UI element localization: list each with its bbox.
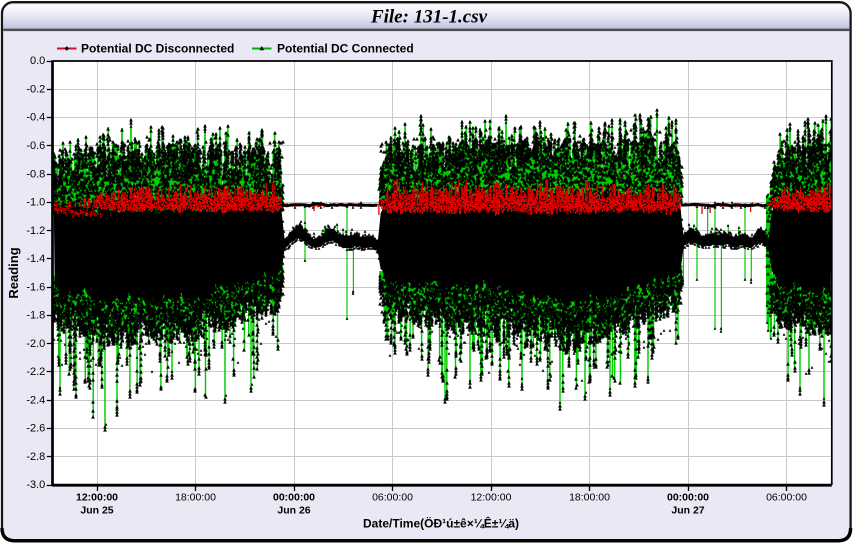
svg-text:Date/Time(ÖÐ¹ú±ê×¼Ê±¼ä): Date/Time(ÖÐ¹ú±ê×¼Ê±¼ä) bbox=[363, 516, 519, 531]
svg-text:-0.2: -0.2 bbox=[26, 84, 45, 96]
svg-text:Reading: Reading bbox=[6, 247, 21, 298]
svg-text:File: 131-1.csv: File: 131-1.csv bbox=[370, 7, 488, 28]
svg-text:06:00:00: 06:00:00 bbox=[372, 492, 413, 504]
svg-text:-1.2: -1.2 bbox=[26, 225, 45, 237]
svg-text:-1.0: -1.0 bbox=[26, 197, 45, 209]
svg-text:-1.8: -1.8 bbox=[26, 310, 45, 322]
svg-text:-0.4: -0.4 bbox=[26, 112, 45, 124]
svg-text:Jun 27: Jun 27 bbox=[671, 504, 704, 516]
svg-text:0.0: 0.0 bbox=[30, 55, 45, 67]
svg-text:-2.4: -2.4 bbox=[26, 394, 45, 406]
svg-text:-0.6: -0.6 bbox=[26, 140, 45, 152]
svg-text:-1.4: -1.4 bbox=[26, 253, 45, 265]
svg-text:00:00:00: 00:00:00 bbox=[273, 492, 315, 504]
svg-text:06:00:00: 06:00:00 bbox=[766, 492, 807, 504]
svg-text:Jun 25: Jun 25 bbox=[80, 504, 113, 516]
svg-text:Jun 26: Jun 26 bbox=[277, 504, 310, 516]
svg-text:Potential DC Disconnected: Potential DC Disconnected bbox=[81, 41, 234, 55]
svg-text:18:00:00: 18:00:00 bbox=[569, 492, 610, 504]
svg-text:-2.0: -2.0 bbox=[26, 338, 45, 350]
svg-text:-2.8: -2.8 bbox=[26, 451, 45, 463]
svg-text:12:00:00: 12:00:00 bbox=[471, 492, 512, 504]
svg-text:-3.0: -3.0 bbox=[26, 479, 45, 491]
svg-text:18:00:00: 18:00:00 bbox=[175, 492, 216, 504]
svg-text:-2.6: -2.6 bbox=[26, 423, 45, 435]
svg-text:-2.2: -2.2 bbox=[26, 366, 45, 378]
svg-text:-1.6: -1.6 bbox=[26, 281, 45, 293]
svg-text:12:00:00: 12:00:00 bbox=[76, 492, 118, 504]
svg-text:Potential DC Connected: Potential DC Connected bbox=[277, 41, 414, 55]
svg-text:00:00:00: 00:00:00 bbox=[667, 492, 709, 504]
svg-text:-0.8: -0.8 bbox=[26, 168, 45, 180]
